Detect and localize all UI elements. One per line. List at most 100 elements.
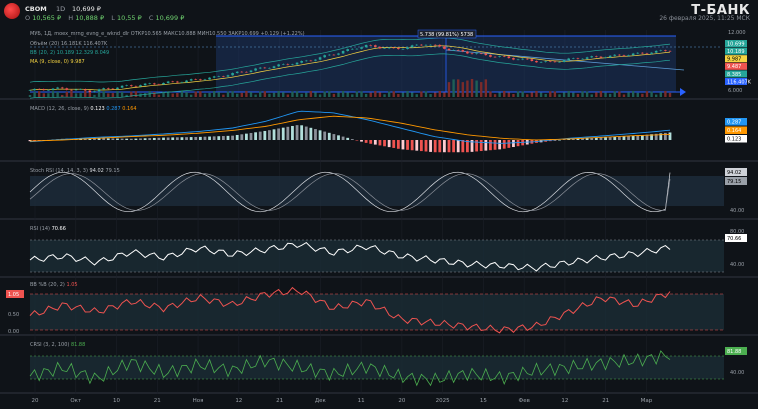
candle <box>544 61 547 62</box>
volume-bar <box>530 92 534 97</box>
time-axis-label: 20 <box>398 398 405 404</box>
bbpct-left-tag: 1.05 <box>8 292 19 298</box>
volume-bar <box>641 93 644 97</box>
candle <box>272 66 276 68</box>
volume-bar <box>217 92 220 97</box>
candle <box>401 48 405 50</box>
candle <box>332 54 336 56</box>
volume-bar <box>590 94 593 97</box>
candle <box>631 53 635 56</box>
candle <box>498 56 501 57</box>
macd-hist-bar <box>102 138 106 140</box>
macd-hist-bar <box>604 137 607 140</box>
macd-hist-bar <box>346 137 350 140</box>
time-axis[interactable]: 20 Окт 10 21 Ноя 12 21 Дек 11 20 2025 15 Фев 12 21 Мар <box>32 398 653 404</box>
bbpct-axis-label-bottom: 0.00 <box>8 329 19 335</box>
macd-hist-bar <box>396 140 400 149</box>
candle <box>539 61 543 63</box>
candle <box>664 50 667 51</box>
macd-hist-bar <box>438 140 442 153</box>
macd-hist-bar <box>203 136 207 140</box>
candle <box>415 44 419 46</box>
volume-bar <box>516 91 520 97</box>
candle <box>208 77 211 80</box>
candle <box>88 90 92 93</box>
volume-bar <box>424 91 428 97</box>
candle <box>535 60 538 63</box>
candle <box>351 48 354 50</box>
macd-hist-bar <box>139 138 142 140</box>
macd-hist-bar <box>484 140 488 151</box>
macd-hist-bar <box>231 135 234 140</box>
macd-hist-bar <box>221 136 225 140</box>
volume-bar <box>659 92 662 97</box>
macd-hist-bar <box>406 140 409 150</box>
volume-bar <box>79 93 82 97</box>
volume-bar <box>337 92 340 97</box>
volume-bar <box>585 91 589 97</box>
volume-bar <box>305 92 308 97</box>
volume-bar <box>489 91 492 97</box>
volume-bar <box>406 91 409 97</box>
volume-bar <box>599 91 603 97</box>
volume-bar <box>558 94 561 97</box>
candle <box>222 76 225 77</box>
macd-hist-bar <box>258 131 262 140</box>
time-axis-label: 2025 <box>436 398 450 404</box>
volume-bar <box>364 93 368 97</box>
candle <box>645 53 649 55</box>
price-tag: 10.699 <box>727 41 745 47</box>
candle <box>93 91 96 93</box>
price-axis-label-top: 12.000 <box>728 30 746 36</box>
time-axis-label: Фев <box>518 398 529 404</box>
chart-canvas[interactable]: 5.738 (99.81%) 5738 МУБ, 1Д, moex_mrng_e… <box>0 0 758 409</box>
volume-bar <box>309 91 313 97</box>
macd-hist-bar <box>461 140 465 153</box>
macd-legend: MACD (12, 26, close, 9) 0.123 0.287 0.16… <box>30 106 137 112</box>
candle <box>387 47 391 49</box>
volume-bar <box>654 94 658 97</box>
macd-hist-bar <box>134 138 138 140</box>
candle <box>74 89 78 91</box>
candle <box>374 45 377 47</box>
macd-hist-bar <box>631 135 635 140</box>
price-tag: 10.189 <box>727 49 745 55</box>
candle <box>641 52 644 54</box>
volume-bar <box>116 91 119 97</box>
macd-hist-bar <box>314 129 317 140</box>
volume-bar <box>346 92 349 97</box>
volume-bar <box>420 91 423 97</box>
macd-hist-bar <box>617 136 621 140</box>
volume-bar <box>355 91 359 97</box>
volume-bar <box>401 92 405 97</box>
volume-bar <box>134 91 138 97</box>
macd-hist-bar <box>429 140 432 152</box>
candle <box>148 83 152 85</box>
macd-hist-bar <box>498 140 502 150</box>
macd-hist-bar <box>341 136 345 140</box>
candle <box>300 61 303 63</box>
candle <box>479 53 483 55</box>
macd-hist-bar <box>148 138 152 140</box>
macd-hist-bar <box>249 132 253 140</box>
candle <box>484 53 488 56</box>
macd-hist-bar <box>175 137 179 140</box>
macd-hist-bar <box>198 136 202 140</box>
candle <box>37 88 41 90</box>
candle <box>502 56 506 57</box>
volume-bar <box>56 91 59 97</box>
candle <box>327 54 331 56</box>
volume-bar <box>387 91 391 97</box>
volume-bar <box>572 92 575 97</box>
stoch-axis-label: 40.00 <box>730 208 744 214</box>
volume-bar <box>231 91 234 97</box>
macd-hist-bar <box>663 132 667 140</box>
macd-hist-bar <box>235 134 239 140</box>
macd-hist-bar <box>217 136 221 140</box>
candle <box>378 46 382 49</box>
bb-legend: BB (20, 2) 10.189 12.329 8.049 <box>30 50 109 56</box>
volume-bar <box>84 91 87 97</box>
macd-hist-bar <box>125 138 129 140</box>
stoch-band <box>30 176 724 206</box>
volume-bar <box>595 92 598 97</box>
